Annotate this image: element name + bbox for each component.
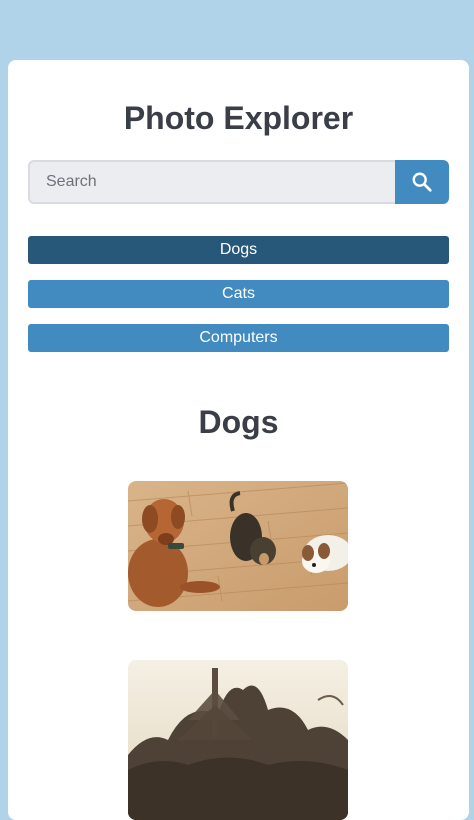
search-input[interactable] [28,160,396,204]
page-title: Photo Explorer [123,100,354,136]
gallery-heading: Dogs [198,404,279,440]
category-button-computers[interactable]: Computers [28,324,449,352]
search-button[interactable] [395,160,449,204]
main-card: Photo Explorer Dogs Cats Computers Dogs [8,60,469,820]
gallery-photo-dogs[interactable] [128,481,348,611]
category-button-dogs[interactable]: Dogs [28,236,449,264]
search-bar [28,160,449,204]
category-button-cats[interactable]: Cats [28,280,449,308]
photo-image [128,481,348,611]
photo-image [128,660,348,820]
gallery-photo-tree[interactable] [128,660,348,820]
search-icon [412,172,432,192]
